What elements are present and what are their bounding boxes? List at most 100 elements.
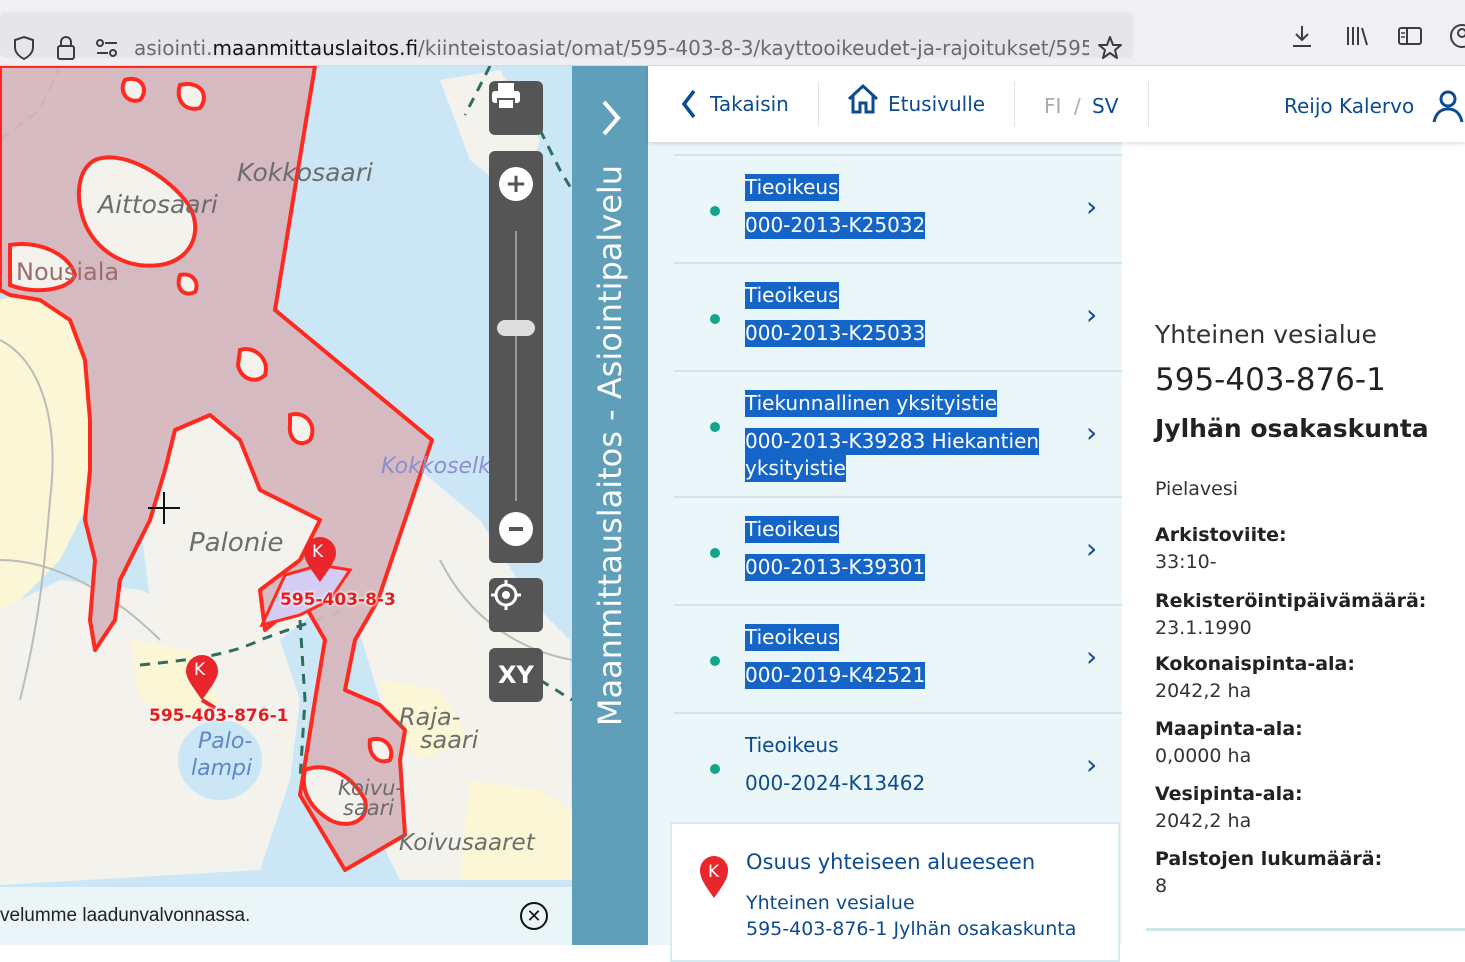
permissions-icon[interactable] bbox=[93, 34, 121, 62]
marker-label[interactable]: 595-403-8-3 bbox=[280, 590, 396, 610]
url-domain: maanmittauslaitos.fi bbox=[212, 36, 419, 60]
list-item[interactable]: Tieoikeus 000-2013-K39301 › bbox=[674, 496, 1122, 604]
user-menu[interactable]: Reijo Kalervo bbox=[1284, 88, 1465, 124]
lang-sv[interactable]: SV bbox=[1092, 94, 1118, 118]
right-id: 000-2013-K25032 bbox=[745, 212, 926, 239]
field-value: 33:10- bbox=[1155, 551, 1217, 573]
site-header: Takaisin Etusivulle FI / SV Reijo Kalerv… bbox=[648, 66, 1465, 142]
locate-icon bbox=[491, 580, 521, 610]
list-item[interactable]: Tieoikeus 000-2013-K25032 › bbox=[674, 154, 1122, 262]
user-icon bbox=[1432, 90, 1464, 123]
property-details: Yhteinen vesialue 595-403-876-1 Jylhän o… bbox=[1122, 142, 1465, 945]
list-item[interactable]: Tiekunnallinen yksityistie 000-2013-K392… bbox=[674, 370, 1122, 496]
zoom-out-icon[interactable] bbox=[499, 512, 533, 546]
printer-icon bbox=[492, 83, 520, 110]
lock-icon[interactable] bbox=[52, 34, 80, 62]
right-id: 000-2013-K39283 Hiekantien bbox=[745, 428, 1040, 455]
address-bar[interactable]: asiointi.maanmittauslaitos.fi/kiinteisto… bbox=[0, 12, 1133, 61]
field-value: 8 bbox=[1155, 875, 1168, 897]
right-title: Tieoikeus bbox=[745, 282, 839, 309]
field-value: 2042,2 ha bbox=[1155, 810, 1252, 832]
list-item[interactable]: Tieoikeus 000-2013-K25033 › bbox=[674, 262, 1122, 370]
close-icon[interactable]: ✕ bbox=[520, 902, 548, 930]
share-card-id: 595-403-876-1 Jylhän osakaskunta bbox=[746, 918, 1077, 940]
bullet-icon bbox=[710, 314, 720, 324]
municipality: Pielavesi bbox=[1155, 478, 1239, 500]
right-id: 000-2019-K42521 bbox=[745, 662, 926, 689]
list-item[interactable]: Tieoikeus 000-2019-K42521 › bbox=[674, 604, 1122, 712]
service-tab[interactable]: Maanmittauslaitos - Asiointipalvelu bbox=[572, 66, 648, 945]
zoom-in-icon[interactable]: + bbox=[499, 167, 533, 201]
library-icon[interactable] bbox=[1343, 22, 1371, 50]
shield-icon[interactable] bbox=[10, 34, 38, 62]
url-prefix: asiointi. bbox=[134, 36, 213, 60]
lang-fi[interactable]: FI bbox=[1044, 94, 1061, 118]
divider bbox=[1146, 928, 1465, 931]
property-id: 595-403-876-1 bbox=[1155, 362, 1386, 398]
home-icon bbox=[847, 83, 879, 114]
list-item[interactable]: Tieoikeus 000-2024-K13462 › bbox=[674, 712, 1122, 820]
right-title: Tieoikeus bbox=[745, 624, 839, 651]
account-icon[interactable] bbox=[1448, 22, 1465, 50]
chevron-right-icon[interactable]: › bbox=[1086, 748, 1097, 781]
marker-letter: K bbox=[194, 660, 206, 680]
field-label: Palstojen lukumäärä: bbox=[1155, 848, 1383, 870]
place-label: Kokkosaari bbox=[237, 158, 373, 187]
share-card-title[interactable]: Osuus yhteiseen alueeseen bbox=[746, 850, 1035, 874]
zoom-control[interactable]: + bbox=[489, 151, 543, 563]
right-title: Tieoikeus bbox=[745, 174, 839, 201]
right-id: 000-2024-K13462 bbox=[745, 771, 926, 795]
lang-separator: / bbox=[1074, 94, 1081, 118]
bullet-icon bbox=[710, 206, 720, 216]
print-button[interactable] bbox=[489, 81, 543, 135]
url-text[interactable]: asiointi.maanmittauslaitos.fi/kiinteisto… bbox=[134, 36, 1089, 60]
property-type: Yhteinen vesialue bbox=[1155, 320, 1377, 349]
marker-letter: K bbox=[312, 542, 324, 562]
map-canvas[interactable] bbox=[0, 66, 572, 945]
chevron-right-icon[interactable]: › bbox=[1086, 532, 1097, 565]
place-label: saari bbox=[343, 796, 395, 820]
divider bbox=[1014, 82, 1015, 126]
chevron-right-icon[interactable]: › bbox=[1086, 190, 1097, 223]
field-label: Maapinta-ala: bbox=[1155, 718, 1303, 740]
map-view[interactable]: Kokkosaari Aittosaari Nousiala Kokkoselk… bbox=[0, 66, 572, 945]
place-label: Koivusaaret bbox=[399, 830, 535, 856]
divider bbox=[818, 82, 819, 126]
home-label: Etusivulle bbox=[888, 92, 986, 116]
right-title: Tiekunnallinen yksityistie bbox=[745, 390, 998, 417]
place-label: Kokkoselkä bbox=[381, 454, 505, 479]
back-link[interactable]: Takaisin bbox=[680, 88, 789, 120]
notice-bar: velumme laadunvalvonnassa. ✕ bbox=[0, 887, 572, 945]
locate-button[interactable] bbox=[489, 578, 543, 632]
bullet-icon bbox=[710, 422, 720, 432]
bullet-icon bbox=[710, 764, 720, 774]
property-name: Jylhän osakaskunta bbox=[1155, 414, 1429, 443]
download-icon[interactable] bbox=[1288, 22, 1316, 50]
bullet-icon bbox=[710, 548, 720, 558]
sidebar-icon[interactable] bbox=[1396, 22, 1424, 50]
field-value: 2042,2 ha bbox=[1155, 680, 1252, 702]
xy-button[interactable]: XY bbox=[489, 648, 543, 702]
marker-label[interactable]: 595-403-876-1 bbox=[149, 706, 288, 726]
zoom-track[interactable] bbox=[515, 231, 517, 501]
bookmark-star-icon[interactable] bbox=[1096, 34, 1124, 62]
chevron-right-icon[interactable]: › bbox=[1086, 416, 1097, 449]
service-tab-title: Maanmittauslaitos - Asiointipalvelu bbox=[591, 164, 629, 727]
marker-letter: K bbox=[708, 862, 720, 882]
place-label: Aittosaari bbox=[98, 190, 218, 219]
zoom-slider-handle[interactable] bbox=[497, 320, 535, 336]
place-label: Nousiala bbox=[16, 258, 120, 286]
field-label: Arkistoviite: bbox=[1155, 524, 1287, 546]
chevron-left-icon bbox=[681, 89, 696, 119]
place-label: Palonie bbox=[189, 528, 284, 558]
right-id-continued: yksityistie bbox=[745, 455, 846, 482]
chevron-right-icon[interactable]: › bbox=[1086, 640, 1097, 673]
right-title: Tieoikeus bbox=[745, 516, 839, 543]
chevron-right-icon[interactable]: › bbox=[1086, 298, 1097, 331]
right-id: 000-2013-K25033 bbox=[745, 320, 926, 347]
url-path: /kiinteistoasiat/omat/595-403-8-3/kaytto… bbox=[418, 36, 1089, 60]
share-card[interactable]: K Osuus yhteiseen alueeseen Yhteinen ves… bbox=[670, 822, 1120, 962]
field-value: 0,0000 ha bbox=[1155, 745, 1252, 767]
right-title: Tieoikeus bbox=[745, 733, 839, 757]
home-link[interactable]: Etusivulle bbox=[846, 82, 985, 116]
